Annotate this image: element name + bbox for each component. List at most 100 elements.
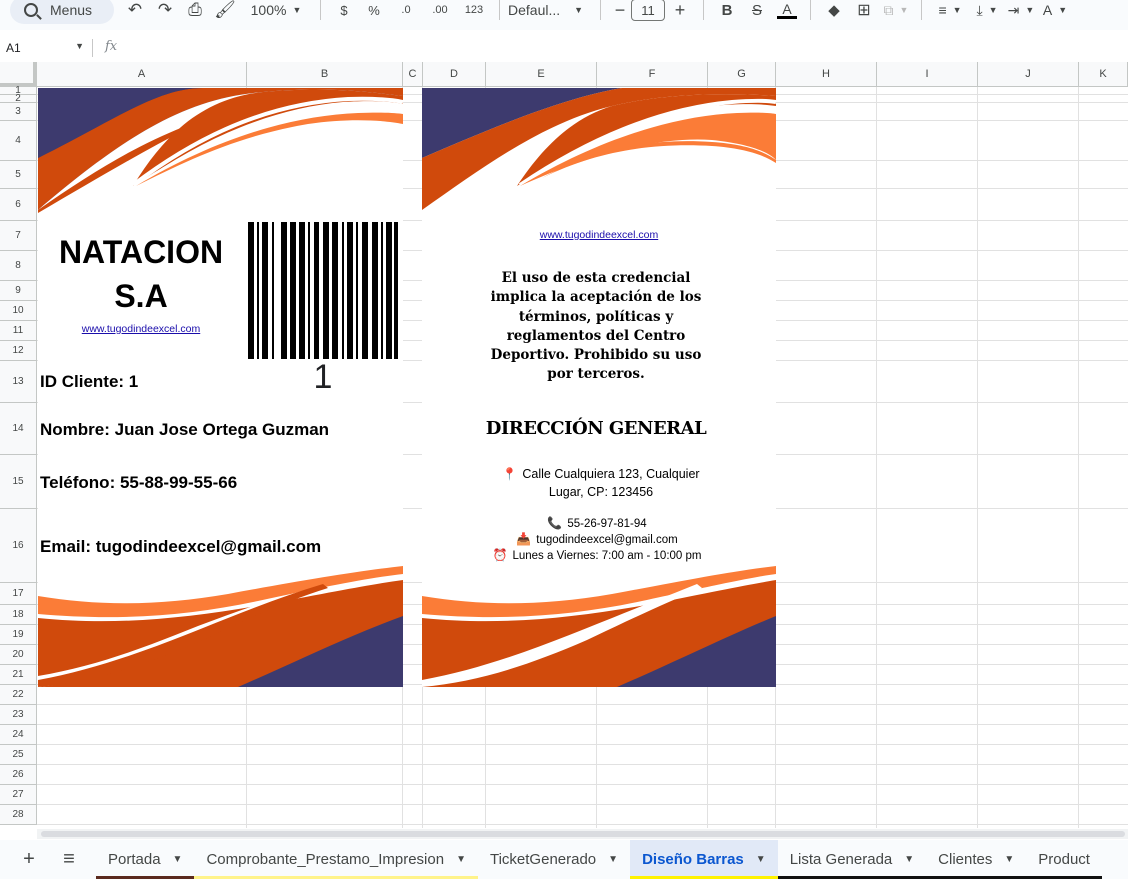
- text-color-letter: A: [782, 0, 792, 17]
- alarm-clock-icon: ⏰: [492, 548, 508, 562]
- bold-button[interactable]: B: [712, 0, 742, 22]
- vertical-align-icon[interactable]: ⤓ ▼: [970, 0, 1004, 22]
- row-header[interactable]: 25: [0, 745, 37, 765]
- row-header[interactable]: 16: [0, 509, 37, 583]
- row-header[interactable]: 17: [0, 583, 37, 605]
- chevron-down-icon[interactable]: ▼: [173, 854, 183, 865]
- increase-decimal-button[interactable]: .00: [423, 0, 457, 22]
- sheet-tab[interactable]: Comprobante_Prestamo_Impresion ▼: [194, 840, 478, 879]
- row-header[interactable]: 3: [0, 103, 37, 121]
- column-header[interactable]: K: [1079, 62, 1128, 87]
- website-link[interactable]: www.tugodindeexcel.com: [422, 229, 776, 241]
- chevron-down-icon[interactable]: ▼: [756, 854, 766, 865]
- row-header[interactable]: 14: [0, 403, 37, 455]
- fill-color-icon[interactable]: ◆: [819, 0, 849, 22]
- zoom-select[interactable]: 100% ▼: [240, 0, 312, 22]
- scrollbar-thumb[interactable]: [41, 831, 1125, 837]
- formula-input[interactable]: [117, 39, 1128, 57]
- row-header[interactable]: 15: [0, 455, 37, 509]
- increase-font-size-button[interactable]: +: [665, 0, 695, 22]
- chevron-down-icon[interactable]: ▼: [1004, 854, 1014, 865]
- row-header[interactable]: 13: [0, 361, 37, 403]
- redo-icon[interactable]: ↷: [150, 0, 180, 22]
- search-menus-button[interactable]: Menus: [10, 0, 114, 24]
- paint-format-icon[interactable]: 🖌: [210, 0, 240, 22]
- horizontal-scrollbar[interactable]: [37, 829, 1128, 839]
- row-header[interactable]: 28: [0, 805, 37, 825]
- column-header[interactable]: I: [877, 62, 978, 87]
- row-header[interactable]: 8: [0, 251, 37, 281]
- row-header[interactable]: 26: [0, 765, 37, 785]
- column-header[interactable]: H: [776, 62, 877, 87]
- search-icon: [24, 3, 38, 17]
- divider: [703, 0, 704, 20]
- font-size-input[interactable]: 11: [631, 0, 665, 21]
- column-header[interactable]: E: [486, 62, 597, 87]
- decrease-decimal-button[interactable]: .0: [389, 0, 423, 22]
- row-header[interactable]: 10: [0, 301, 37, 321]
- column-header[interactable]: D: [423, 62, 486, 87]
- grid-line: [876, 87, 877, 828]
- borders-icon[interactable]: ⊞: [849, 0, 879, 22]
- column-header[interactable]: F: [597, 62, 708, 87]
- row-header[interactable]: 9: [0, 281, 37, 301]
- sheet-tab[interactable]: Lista Generada ▼: [777, 840, 927, 879]
- row-header[interactable]: 27: [0, 785, 37, 805]
- print-icon[interactable]: ⎙: [180, 0, 210, 22]
- add-sheet-icon[interactable]: +: [4, 848, 54, 871]
- row-header[interactable]: 23: [0, 705, 37, 725]
- row-header[interactable]: 5: [0, 161, 37, 189]
- row-header[interactable]: 18: [0, 605, 37, 625]
- all-sheets-menu-icon[interactable]: ≡: [54, 848, 84, 871]
- row-header[interactable]: 4: [0, 121, 37, 161]
- barcode-number: 1: [313, 358, 333, 396]
- percent-format-button[interactable]: %: [359, 0, 389, 22]
- row-header[interactable]: 21: [0, 665, 37, 685]
- contact-email-text: tugodindeexcel@gmail.com: [536, 534, 678, 546]
- row-header[interactable]: 6: [0, 189, 37, 221]
- row-header[interactable]: 20: [0, 645, 37, 665]
- merge-cells-icon[interactable]: ⧉ ▼: [879, 0, 913, 22]
- number-format-button[interactable]: 123: [457, 0, 491, 22]
- font-family-select[interactable]: Defaul... ▼: [508, 0, 592, 22]
- column-header[interactable]: A: [37, 62, 247, 87]
- row-header[interactable]: 22: [0, 685, 37, 705]
- text-color-button[interactable]: A: [772, 0, 802, 22]
- sheet-tab-label: Product: [1038, 851, 1090, 868]
- sheet-tab[interactable]: TicketGenerado ▼: [478, 840, 630, 879]
- sheet-tab[interactable]: Product: [1026, 840, 1102, 879]
- sheet-tab-label: TicketGenerado: [489, 851, 597, 868]
- horizontal-align-icon[interactable]: ≡ ▼: [930, 0, 970, 22]
- text-wrapping-icon[interactable]: ⇥ ▼: [1004, 0, 1038, 22]
- address-text: Calle Cualquiera 123, Cualquier Lugar, C…: [522, 467, 700, 499]
- chevron-down-icon[interactable]: ▼: [904, 854, 914, 865]
- row-header[interactable]: 11: [0, 321, 37, 341]
- decrease-font-size-button[interactable]: −: [609, 0, 631, 22]
- row-header[interactable]: 12: [0, 341, 37, 361]
- credential-back: www.tugodindeexcel.com El uso de esta cr…: [422, 88, 776, 687]
- currency-format-button[interactable]: $: [329, 0, 359, 22]
- row-header[interactable]: 7: [0, 221, 37, 251]
- grid-line: [37, 724, 1128, 725]
- column-header[interactable]: B: [247, 62, 403, 87]
- undo-icon[interactable]: ↶: [120, 0, 150, 22]
- row-header[interactable]: 24: [0, 725, 37, 745]
- row-header[interactable]: 2: [0, 93, 37, 104]
- pin-icon: 📍: [502, 467, 518, 481]
- row-header[interactable]: 19: [0, 625, 37, 645]
- column-header[interactable]: G: [708, 62, 776, 87]
- website-link[interactable]: www.tugodindeexcel.com: [38, 323, 244, 335]
- strikethrough-icon[interactable]: S: [742, 0, 772, 22]
- contact-hours: ⏰ Lunes a Viernes: 7:00 am - 10:00 pm: [422, 548, 772, 562]
- bottom-wave-graphic: [38, 566, 403, 687]
- phone-icon: 📞: [547, 516, 563, 530]
- chevron-down-icon[interactable]: ▼: [456, 854, 466, 865]
- sheet-tab[interactable]: Diseño Barras ▼: [630, 840, 778, 879]
- sheet-tab[interactable]: Portada ▼: [96, 840, 195, 879]
- name-box[interactable]: A1 ▼: [0, 41, 92, 55]
- column-header[interactable]: J: [978, 62, 1079, 87]
- sheet-tab[interactable]: Clientes ▼: [926, 840, 1027, 879]
- chevron-down-icon[interactable]: ▼: [608, 854, 618, 865]
- text-rotation-icon[interactable]: A ▼: [1038, 0, 1072, 22]
- column-header[interactable]: C: [403, 62, 423, 87]
